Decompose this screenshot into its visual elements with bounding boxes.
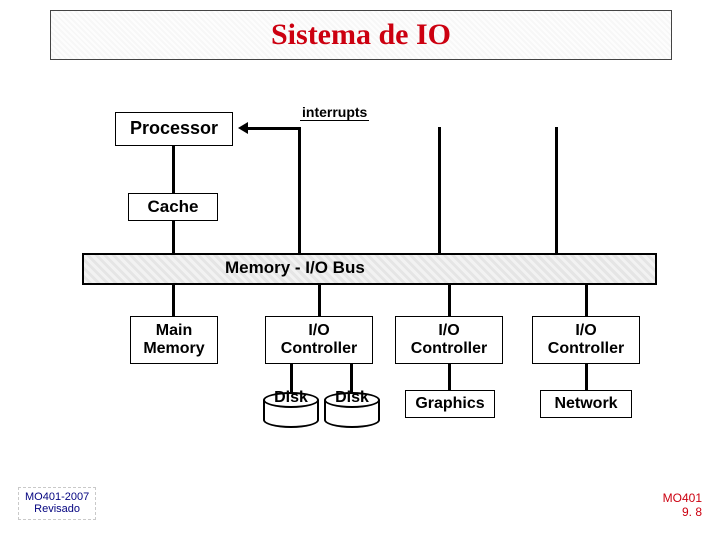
io-controller-2-label: I/O Controller <box>411 322 487 357</box>
cache-box: Cache <box>128 193 218 221</box>
interrupt-line-3 <box>555 127 558 253</box>
bus-label: Memory - I/O Bus <box>225 259 365 278</box>
interrupt-line-2 <box>438 127 441 253</box>
io-controller-3: I/O Controller <box>532 316 640 364</box>
processor-box: Processor <box>115 112 233 146</box>
network-label: Network <box>554 395 617 413</box>
footer-right-line1: MO401 <box>663 492 702 506</box>
footer-left-line2: Revisado <box>25 503 89 516</box>
io3-network-line <box>585 364 588 390</box>
processor-cache-line <box>172 146 175 193</box>
io-controller-2: I/O Controller <box>395 316 503 364</box>
title-text: Sistema de IO <box>271 18 451 52</box>
cache-bus-line <box>172 221 175 253</box>
footer-left-line1: MO401-2007 <box>25 491 89 504</box>
cache-label: Cache <box>147 198 198 217</box>
graphics-box: Graphics <box>405 390 495 418</box>
disk-1: Disk <box>263 392 319 428</box>
interrupt-wire <box>248 127 300 130</box>
main-memory-box: Main Memory <box>130 316 218 364</box>
memory-io-bus <box>82 253 657 285</box>
interrupt-arrowhead <box>238 122 248 134</box>
footer-right: MO401 9. 8 <box>663 492 702 520</box>
bus-io3-line <box>585 285 588 317</box>
interrupts-label: interrupts <box>300 105 369 121</box>
io-controller-1: I/O Controller <box>265 316 373 364</box>
bus-io2-line <box>448 285 451 317</box>
graphics-label: Graphics <box>415 395 484 413</box>
footer-right-line2: 9. 8 <box>663 506 702 520</box>
processor-label: Processor <box>130 119 218 139</box>
main-memory-label: Main Memory <box>143 322 204 357</box>
bus-mainmem-line <box>172 285 175 317</box>
io-controller-3-label: I/O Controller <box>548 322 624 357</box>
interrupt-line-1 <box>298 127 301 253</box>
network-box: Network <box>540 390 632 418</box>
footer-left: MO401-2007 Revisado <box>18 487 96 520</box>
bus-io1-line <box>318 285 321 317</box>
disk-1-label: Disk <box>263 389 319 407</box>
disk-2-label: Disk <box>324 389 380 407</box>
io2-graphics-line <box>448 364 451 390</box>
io-controller-1-label: I/O Controller <box>281 322 357 357</box>
title-box: Sistema de IO <box>50 10 672 60</box>
disk-2: Disk <box>324 392 380 428</box>
